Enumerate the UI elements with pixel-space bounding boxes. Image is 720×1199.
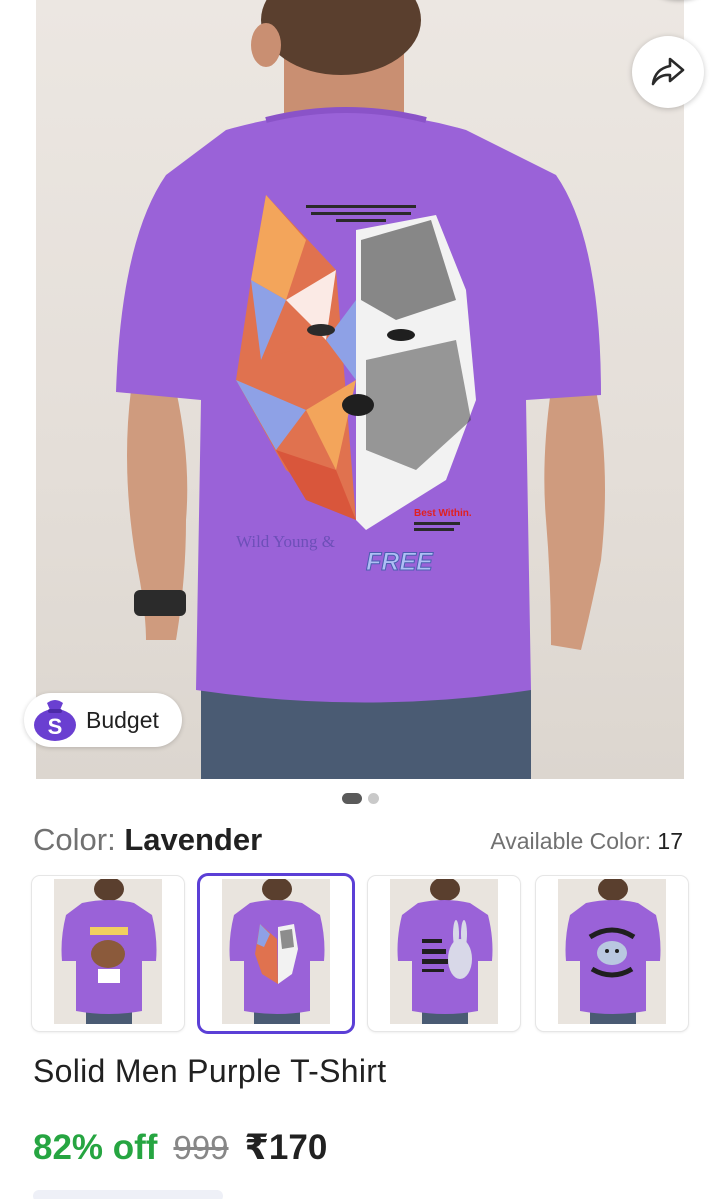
color-label: Color:: [33, 822, 116, 857]
variant-image: [390, 879, 498, 1024]
budget-badge: S Budget: [24, 693, 182, 747]
carousel-dot[interactable]: [367, 793, 379, 804]
share-button[interactable]: [632, 36, 704, 108]
budget-label: Budget: [86, 706, 159, 733]
svg-text:S: S: [48, 714, 63, 739]
money-bag-icon: S: [32, 697, 78, 743]
variant-image: [222, 879, 330, 1024]
best-within-text: Best Within.: [414, 508, 472, 519]
right-arm: [544, 390, 605, 650]
next-section-peek: [33, 1190, 223, 1199]
available-colors-label: Available Color:: [490, 828, 652, 854]
jeans: [201, 690, 531, 779]
watch: [134, 590, 186, 616]
color-variant-list: [32, 876, 688, 1031]
color-variant-thumb-2[interactable]: [200, 876, 352, 1031]
variant-image: [54, 879, 162, 1024]
original-price: 999: [173, 1129, 229, 1166]
carousel-dot-active[interactable]: [341, 793, 362, 804]
ear: [251, 23, 281, 67]
color-variant-thumb-3[interactable]: [368, 876, 520, 1031]
color-variant-thumb-1[interactable]: [32, 876, 184, 1031]
available-colors-count: 17: [657, 828, 683, 854]
tagline-text: Wild Young &: [236, 532, 335, 551]
color-variant-thumb-4[interactable]: [536, 876, 688, 1031]
carousel-indicator: [0, 793, 720, 804]
selling-price: ₹170: [244, 1128, 328, 1167]
free-text: FREE: [366, 548, 434, 576]
variant-image: [558, 879, 666, 1024]
discount-percent: 82% off: [33, 1128, 158, 1167]
product-photo[interactable]: Best Within. Wild Young & FREE: [36, 0, 684, 779]
product-title: Solid Men Purple T-Shirt: [33, 1053, 387, 1089]
color-selector-header: Color: Lavender Available Color: 17: [33, 820, 683, 860]
share-icon: [651, 57, 685, 86]
color-value: Lavender: [124, 822, 263, 857]
product-image-carousel[interactable]: Best Within. Wild Young & FREE S Budget: [0, 0, 720, 785]
price-row: 82% off 999 ₹170: [33, 1128, 327, 1168]
